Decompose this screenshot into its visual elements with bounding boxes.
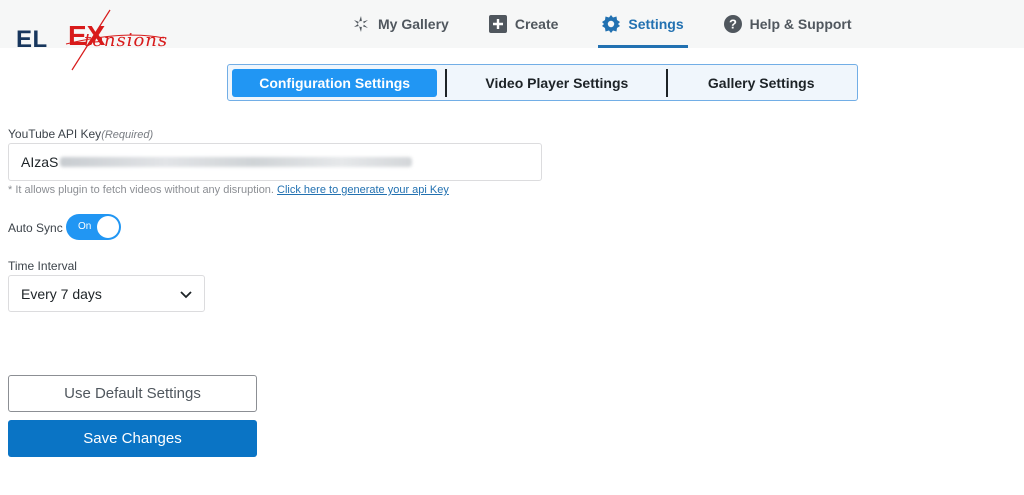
gallery-icon [352,15,370,33]
nav-item-create[interactable]: Create [488,0,559,48]
api-key-hint: * It allows plugin to fetch videos witho… [8,184,449,196]
toggle-state: On [78,221,92,232]
tab-divider [445,68,448,97]
logo-prefix: EL [16,26,48,53]
nav-item-my-gallery[interactable]: My Gallery [352,0,449,48]
time-interval-select[interactable]: Every 7 days [8,275,205,312]
tab-video-player-settings[interactable]: Video Player Settings [448,69,665,97]
api-key-label-text: YouTube API Key [8,127,102,141]
main-nav: My Gallery Create Settings ? Help & Supp… [352,0,852,48]
chevron-down-icon [180,286,192,302]
auto-sync-toggle[interactable]: On [66,214,121,240]
settings-subtabs: Configuration Settings Video Player Sett… [227,64,858,101]
nav-label: Create [514,16,559,32]
nav-item-help-support[interactable]: ? Help & Support [723,0,852,48]
generate-api-key-link[interactable]: Click here to generate your api Key [277,184,449,196]
tab-configuration-settings[interactable]: Configuration Settings [232,68,438,97]
svg-text:?: ? [729,17,737,32]
hint-text: * It allows plugin to fetch videos witho… [8,184,274,196]
tab-gallery-settings[interactable]: Gallery Settings [669,69,853,97]
logo-suffix: tensions [84,30,169,51]
brand-logo: EL EX tensions [14,8,174,72]
api-key-value: AIzaS [21,154,59,170]
time-interval-value: Every 7 days [21,285,102,302]
auto-sync-label: Auto Sync [8,221,63,235]
use-default-settings-button[interactable]: Use Default Settings [8,375,257,412]
nav-label: Settings [628,16,684,32]
required-note: (Required) [101,129,154,141]
nav-label: Help & Support [749,16,852,32]
tab-divider [666,68,669,97]
save-changes-button[interactable]: Save Changes [8,420,257,457]
top-header: EL EX tensions My Gallery Create Setting… [0,0,1024,71]
nav-item-settings[interactable]: Settings [598,0,688,48]
time-interval-label: Time Interval [8,259,77,273]
api-key-input[interactable]: AIzaS [8,143,542,181]
nav-label: My Gallery [378,16,449,32]
toggle-knob [97,216,119,238]
gear-icon [602,15,621,33]
api-key-label: YouTube API Key(Required) [8,127,153,141]
question-circle-icon: ? [723,15,742,33]
api-key-masked [60,157,413,167]
plus-square-icon [488,15,507,33]
